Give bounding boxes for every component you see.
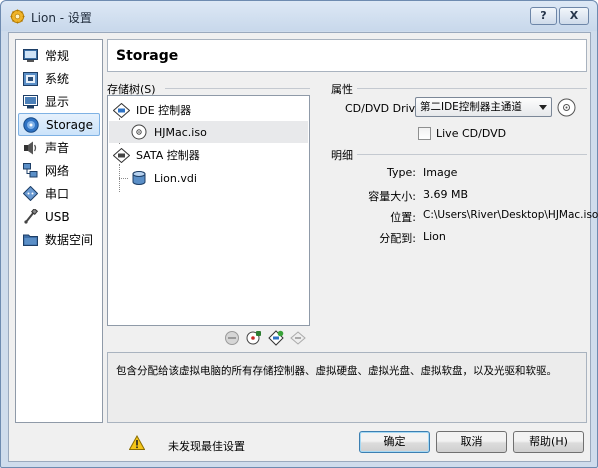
warning-icon: [129, 435, 145, 450]
storage-icon: [23, 116, 39, 133]
cd-dvd-drive-label: CD/DVD Drive:: [345, 102, 426, 115]
tree-item-hjmac-iso[interactable]: HJMac.iso: [109, 121, 308, 143]
detail-size-label: 容量大小:: [368, 190, 416, 203]
sidebar-item-serial-port[interactable]: 串口: [18, 182, 100, 205]
tree-item-sata-controller[interactable]: SATA 控制器: [109, 144, 308, 166]
general-icon: [22, 48, 38, 64]
audio-icon: [22, 140, 38, 156]
window-title: Lion - 设置: [31, 11, 92, 25]
ok-button[interactable]: 确定: [359, 431, 430, 453]
hard-disk-icon: [130, 169, 148, 187]
detail-type-label: Type:: [387, 166, 416, 179]
sidebar-item-label: 网络: [45, 164, 70, 178]
sidebar-item-display[interactable]: 显示: [18, 90, 100, 113]
group-divider: [357, 88, 587, 89]
title-close-button[interactable]: X: [559, 7, 589, 25]
usb-icon: [22, 209, 38, 225]
sidebar-item-storage[interactable]: Storage: [18, 113, 100, 136]
sidebar-item-label: Storage: [46, 117, 93, 132]
tree-item-ide-controller[interactable]: IDE 控制器: [109, 99, 308, 121]
serial-port-icon: [22, 186, 38, 202]
detail-type-value: Image: [423, 166, 458, 179]
shared-folders-icon: [22, 232, 38, 248]
detail-attached-to-label: 分配到:: [379, 232, 416, 245]
detail-attached-to-value: Lion: [423, 230, 446, 243]
tree-item-lion-vdi[interactable]: Lion.vdi: [109, 167, 308, 189]
settings-category-list: 常规 系统 显示 Storage 声音 网络 串口 USB 数据空间: [15, 39, 103, 423]
detail-location-label: 位置:: [390, 211, 416, 224]
sidebar-item-label: 显示: [45, 95, 70, 109]
live-cd-label: Live CD/DVD: [436, 127, 507, 140]
ide-controller-icon: [112, 101, 130, 119]
sidebar-item-network[interactable]: 网络: [18, 159, 100, 182]
title-bar[interactable]: Lion - 设置 ? X: [1, 1, 597, 31]
sidebar-item-label: 声音: [45, 141, 70, 155]
display-icon: [22, 94, 38, 110]
sidebar-item-label: 系统: [45, 72, 70, 86]
sidebar-item-label: 串口: [45, 187, 70, 201]
cancel-button[interactable]: 取消: [436, 431, 507, 453]
sidebar-item-label: 常规: [45, 49, 70, 63]
help-button[interactable]: 帮助(H): [513, 431, 584, 453]
add-hard-disk-icon[interactable]: [267, 329, 285, 347]
storage-tree[interactable]: IDE 控制器 HJMac.iso SATA 控制器 Lion.vdi: [107, 95, 310, 326]
sidebar-item-audio[interactable]: 声音: [18, 136, 100, 159]
sidebar-item-label: 数据空间: [45, 233, 94, 247]
description-text: 包含分配给该虚拟电脑的所有存储控制器、虚拟硬盘、虚拟光盘、虚拟软盘，以及光驱和软…: [116, 365, 557, 377]
group-divider: [165, 88, 310, 89]
system-icon: [22, 71, 38, 87]
virtualbox-gear-icon: [10, 9, 25, 24]
dialog-body: 常规 系统 显示 Storage 声音 网络 串口 USB 数据空间 Stora…: [8, 32, 598, 462]
tree-item-label: IDE 控制器: [136, 104, 192, 117]
title-help-button[interactable]: ?: [530, 7, 557, 25]
attributes-label: 属性: [331, 83, 353, 96]
network-icon: [22, 163, 38, 179]
sata-controller-icon: [112, 146, 130, 164]
sidebar-item-general[interactable]: 常规: [18, 44, 100, 67]
page-header: Storage: [107, 39, 587, 72]
details-label: 明细: [331, 149, 353, 162]
tree-item-label: Lion.vdi: [154, 171, 197, 185]
tree-item-label: SATA 控制器: [136, 149, 200, 162]
choose-disk-icon[interactable]: [557, 98, 576, 117]
group-divider: [357, 154, 587, 155]
warning-text: 未发现最佳设置: [168, 440, 245, 453]
tree-item-label: HJMac.iso: [154, 125, 207, 139]
optical-disc-icon: [130, 123, 148, 141]
remove-controller-icon[interactable]: [223, 329, 241, 347]
page-title: Storage: [116, 48, 179, 64]
live-cd-checkbox[interactable]: [418, 127, 431, 140]
sidebar-item-label: USB: [45, 209, 70, 224]
settings-window: Lion - 设置 ? X 常规 系统 显示 Storage 声音 网络 串口 …: [0, 0, 598, 468]
storage-tree-toolbar: [223, 329, 309, 347]
sidebar-item-shared-folders[interactable]: 数据空间: [18, 228, 100, 251]
remove-attachment-icon[interactable]: [289, 329, 307, 347]
cd-dvd-drive-select[interactable]: 第二IDE控制器主通道: [415, 97, 552, 117]
description-panel: 包含分配给该虚拟电脑的所有存储控制器、虚拟硬盘、虚拟光盘、虚拟软盘，以及光驱和软…: [107, 352, 587, 423]
detail-location-value: C:\Users\River\Desktop\HJMac.iso: [423, 209, 598, 221]
cd-dvd-drive-value: 第二IDE控制器主通道: [420, 101, 522, 113]
sidebar-item-system[interactable]: 系统: [18, 67, 100, 90]
chevron-down-icon: [539, 105, 547, 110]
detail-size-value: 3.69 MB: [423, 188, 469, 201]
add-cd-icon[interactable]: [245, 329, 263, 347]
sidebar-item-usb[interactable]: USB: [18, 205, 100, 228]
